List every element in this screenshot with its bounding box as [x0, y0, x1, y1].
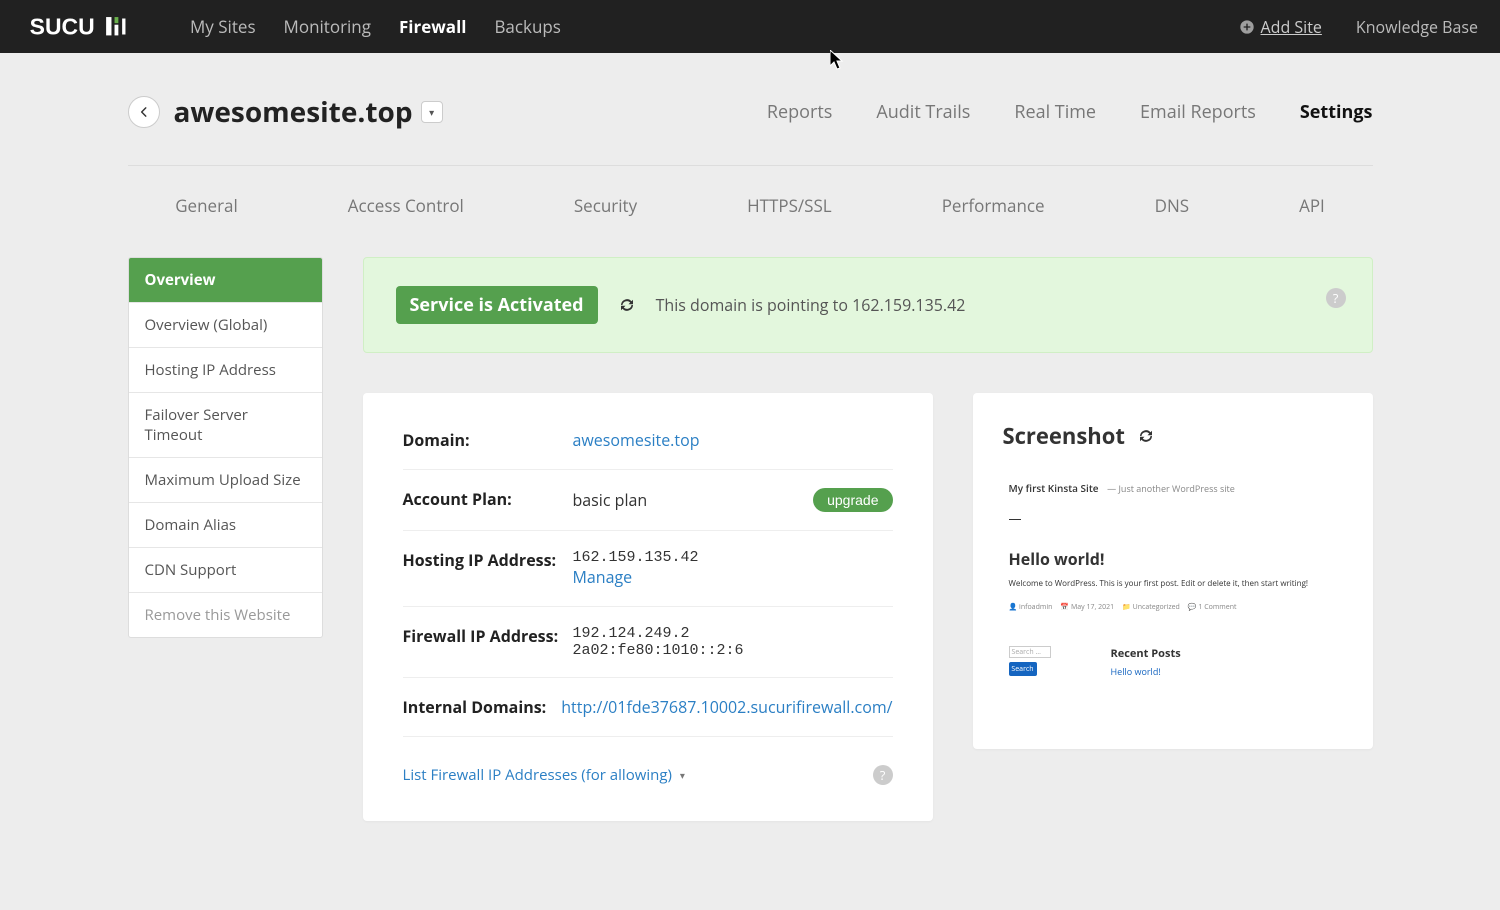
settings-subtabs: General Access Control Security HTTPS/SS…	[128, 166, 1373, 257]
tab-email-reports[interactable]: Email Reports	[1140, 100, 1256, 124]
arrow-left-icon	[137, 105, 151, 119]
preview-site-title: My first Kinsta Site	[1009, 481, 1099, 495]
subtab-https-ssl[interactable]: HTTPS/SSL	[747, 194, 832, 217]
firewall-ip-label: Firewall IP Address:	[403, 625, 573, 647]
sidebar-item-failover[interactable]: Failover Server Timeout	[129, 393, 322, 458]
nav-monitoring[interactable]: Monitoring	[284, 15, 371, 38]
info-card: Domain: awesomesite.top Account Plan: ba…	[363, 393, 933, 821]
subtab-security[interactable]: Security	[574, 194, 637, 217]
sidebar-item-hosting-ip[interactable]: Hosting IP Address	[129, 348, 322, 393]
help-icon[interactable]: ?	[1326, 288, 1346, 308]
preview-search-input: Search …	[1009, 646, 1051, 658]
subtab-performance[interactable]: Performance	[942, 194, 1045, 217]
plan-label: Account Plan:	[403, 488, 573, 510]
status-text: This domain is pointing to 162.159.135.4…	[656, 294, 966, 316]
preview-search-button: Search	[1009, 662, 1037, 676]
subtab-api[interactable]: API	[1299, 194, 1325, 217]
hosting-ip-value: 162.159.135.42	[573, 549, 893, 566]
nav-my-sites[interactable]: My Sites	[190, 15, 256, 38]
upgrade-button[interactable]: upgrade	[813, 488, 892, 512]
preview-tagline: — Just another WordPress site	[1107, 482, 1235, 495]
sidebar-item-overview-global[interactable]: Overview (Global)	[129, 303, 322, 348]
firewall-ip-v6: 2a02:fe80:1010::2:6	[573, 642, 893, 659]
nav-links: My Sites Monitoring Firewall Backups	[190, 15, 561, 38]
nav-firewall[interactable]: Firewall	[399, 15, 466, 38]
chevron-down-icon: ▾	[680, 768, 685, 782]
add-site-label: Add Site	[1261, 16, 1322, 38]
page-tabs: Reports Audit Trails Real Time Email Rep…	[767, 100, 1373, 124]
knowledge-base-link[interactable]: Knowledge Base	[1356, 16, 1478, 38]
internal-domains-label: Internal Domains:	[403, 696, 562, 718]
tab-audit-trails[interactable]: Audit Trails	[876, 100, 970, 124]
domain-title: awesomesite.top	[174, 93, 413, 131]
screenshot-card: Screenshot My first Kinsta Site — Just a…	[973, 393, 1373, 749]
subtab-access-control[interactable]: Access Control	[348, 194, 464, 217]
add-site-link[interactable]: Add Site	[1239, 16, 1322, 38]
svg-text:I: I	[121, 14, 127, 40]
tab-settings[interactable]: Settings	[1300, 100, 1373, 124]
subtab-dns[interactable]: DNS	[1155, 194, 1189, 217]
sidebar-item-remove-website[interactable]: Remove this Website	[129, 593, 322, 637]
subtab-general[interactable]: General	[175, 194, 238, 217]
screenshot-title: Screenshot	[1003, 421, 1125, 451]
sidebar-item-overview[interactable]: Overview	[129, 258, 322, 303]
sidebar-item-max-upload[interactable]: Maximum Upload Size	[129, 458, 322, 503]
tab-reports[interactable]: Reports	[767, 100, 832, 124]
refresh-icon[interactable]	[1137, 427, 1155, 445]
preview-heading: Hello world!	[1009, 548, 1337, 570]
nav-right: Add Site Knowledge Base	[1239, 16, 1478, 38]
preview-recent-link: Hello world!	[1111, 665, 1181, 678]
list-firewall-ips-link[interactable]: List Firewall IP Addresses (for allowing…	[403, 765, 685, 785]
hosting-ip-label: Hosting IP Address:	[403, 549, 573, 571]
preview-welcome: Welcome to WordPress. This is your first…	[1009, 578, 1337, 589]
plus-circle-icon	[1239, 19, 1255, 35]
status-banner: Service is Activated This domain is poin…	[363, 257, 1373, 353]
internal-domain-link[interactable]: http://01fde37687.10002.sucurifirewall.c…	[561, 696, 892, 718]
back-button[interactable]	[128, 96, 160, 128]
top-nav: SUCU I My Sites Monitoring Firewall Back…	[0, 0, 1500, 53]
settings-sidebar: Overview Overview (Global) Hosting IP Ad…	[128, 257, 323, 638]
help-icon[interactable]: ?	[873, 765, 893, 785]
preview-meta: 👤 infoadmin 📅 May 17, 2021 📁 Uncategoriz…	[1009, 603, 1337, 612]
nav-backups[interactable]: Backups	[494, 15, 560, 38]
plan-value: basic plan	[573, 489, 648, 511]
domain-link[interactable]: awesomesite.top	[573, 429, 700, 451]
firewall-ip-v4: 192.124.249.2	[573, 625, 893, 642]
chevron-down-icon: ▾	[429, 105, 434, 119]
site-preview: My first Kinsta Site — Just another Word…	[1003, 471, 1343, 721]
tab-real-time[interactable]: Real Time	[1014, 100, 1096, 124]
sidebar-item-domain-alias[interactable]: Domain Alias	[129, 503, 322, 548]
manage-link[interactable]: Manage	[573, 566, 633, 588]
preview-recent-title: Recent Posts	[1111, 646, 1181, 661]
status-badge: Service is Activated	[396, 286, 598, 324]
refresh-icon[interactable]	[618, 296, 636, 314]
sidebar-item-cdn-support[interactable]: CDN Support	[129, 548, 322, 593]
domain-dropdown[interactable]: ▾	[421, 101, 443, 123]
logo[interactable]: SUCU I	[22, 11, 152, 43]
list-firewall-ips-label: List Firewall IP Addresses (for allowing…	[403, 765, 672, 785]
domain-label: Domain:	[403, 429, 573, 451]
svg-text:SUCU: SUCU	[30, 14, 95, 40]
page-header: awesomesite.top ▾ Reports Audit Trails R…	[128, 93, 1373, 166]
